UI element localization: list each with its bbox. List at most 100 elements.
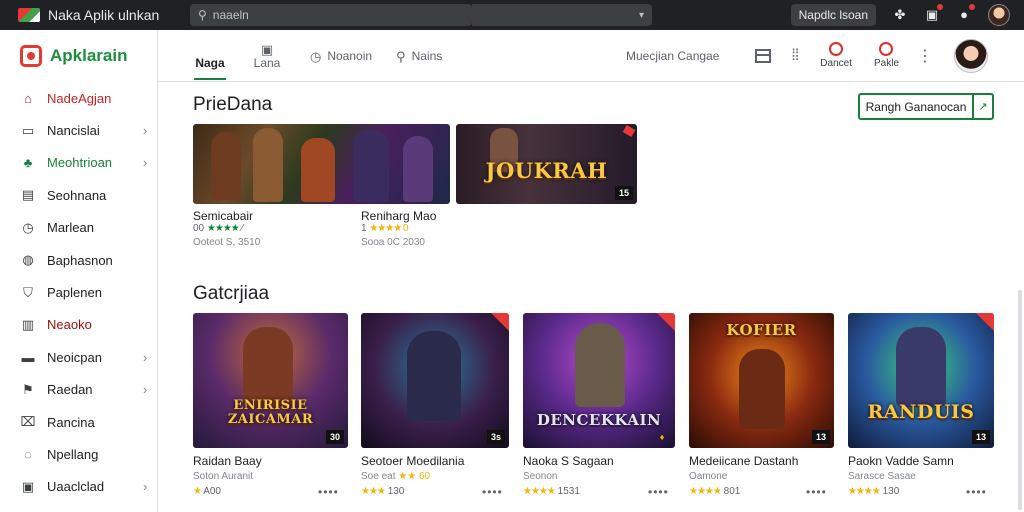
- game-thumbnail[interactable]: JOUKRAH 15: [456, 124, 637, 204]
- sidebar-item-11[interactable]: ◌ Npellang: [0, 438, 157, 470]
- game-title[interactable]: Raidan Baay: [193, 454, 262, 468]
- sidebar-item-5[interactable]: ◍ Baphasnon: [0, 244, 157, 276]
- sidebar-item-3[interactable]: ▤ Seohnana: [0, 179, 157, 211]
- tab-label: Naga: [195, 55, 225, 70]
- sidebar-item-8[interactable]: ▬ Neoicpan ›: [0, 341, 157, 373]
- game-thumbnail[interactable]: DENCEKKAIN ♦: [523, 313, 675, 448]
- chevron-down-icon: ▾: [638, 9, 644, 21]
- sidebar-item-10[interactable]: ⌧ Rancina: [0, 406, 157, 438]
- game-rating: 00 ★★★★ ⁄: [193, 223, 243, 234]
- sidebar-item-2[interactable]: ♣ Meohtrioan ›: [0, 147, 157, 179]
- folder-icon: ▬: [21, 349, 35, 365]
- sidebar-item-label: Meohtrioan: [47, 155, 113, 171]
- game-thumbnail[interactable]: RANDUIS 13: [848, 313, 994, 448]
- chevron-right-icon: ›: [143, 382, 148, 398]
- users-icon: ♣: [23, 155, 33, 171]
- clock-icon: ◷: [22, 219, 34, 235]
- tab-nains[interactable]: ⚲ Nains: [396, 30, 442, 82]
- notification-icon[interactable]: ▣: [924, 4, 943, 23]
- sidebar-item-4[interactable]: ◷ Marlean: [0, 212, 157, 244]
- avatar[interactable]: [988, 4, 1010, 26]
- game-logo-text: DENCEKKAIN: [536, 411, 662, 429]
- tab-noanoin[interactable]: ◷ Noanoin: [310, 30, 372, 82]
- game-title[interactable]: Paokn Vadde Samn: [848, 454, 954, 468]
- sidebar-item-1[interactable]: ▭ Nancislai ›: [0, 114, 157, 146]
- sidebar-item-12[interactable]: ▣ Uaaclclad ›: [0, 471, 157, 503]
- sidebar-item-6[interactable]: ⛉ Paplenen: [0, 276, 157, 308]
- puzzle-icon: ⚲: [396, 48, 406, 64]
- brand[interactable]: Apklarain: [0, 30, 157, 82]
- star-icon: ★★★★: [206, 223, 240, 234]
- game-logo-text: ENIRISIE ZAICAMAR: [227, 398, 314, 427]
- tab-naga[interactable]: Naga: [192, 30, 228, 82]
- rating-score: 130: [387, 486, 405, 497]
- user-menu[interactable]: Napdlc lsoan: [790, 4, 876, 26]
- sidebar: Apklarain ⌂ NadeAgjan ▭ Nancislai › ♣ Meohtrio…: [0, 30, 158, 512]
- game-rating: ★★★★ 1531: [523, 486, 580, 497]
- game-thumbnail[interactable]: 3s: [361, 313, 509, 448]
- game-rating: ★★★★ 801: [689, 486, 740, 497]
- more-vertical-icon[interactable]: ⁞⁞: [791, 47, 799, 65]
- sidebar-item-0[interactable]: ⌂ NadeAgjan: [0, 82, 157, 114]
- rating-score: A00: [203, 486, 221, 497]
- tabs-right-text[interactable]: Muecjian Cangae: [626, 49, 719, 63]
- scrollbar[interactable]: [1018, 290, 1022, 510]
- rating-score: 801: [723, 486, 741, 497]
- action-dancet[interactable]: Dancet: [820, 42, 852, 69]
- more-options-icon[interactable]: ••••: [806, 485, 827, 499]
- more-options-icon[interactable]: ••••: [482, 485, 503, 499]
- action-pakle[interactable]: Pakle: [874, 42, 899, 69]
- rating-score: 1531: [557, 486, 580, 497]
- record-icon: [829, 42, 844, 56]
- top-bar: Naka Aplik ulnkan ⚲ naaeln ▾ Napdlc lsoa…: [0, 0, 1024, 30]
- star-icon: ★★★★: [689, 486, 722, 497]
- sidebar-item-label: Npellang: [47, 446, 99, 462]
- puzzle-icon[interactable]: ✤: [892, 7, 908, 23]
- game-title[interactable]: Naoka S Sagaan: [523, 454, 614, 468]
- profile-avatar[interactable]: [954, 38, 988, 73]
- game-logo-text: RANDUIS: [867, 401, 975, 423]
- sidebar-item-label: Uaaclclad: [47, 479, 105, 495]
- game-title[interactable]: Reniharg Mao: [361, 209, 436, 223]
- star-icon: ★★★: [361, 486, 386, 497]
- star-icon: ★★★★: [848, 486, 881, 497]
- tab-lana[interactable]: ▣ Lana: [250, 30, 284, 82]
- record-icon[interactable]: ●: [956, 4, 975, 23]
- game-meta: Soe eat ★★ 60: [361, 471, 430, 482]
- game-thumbnail[interactable]: KOFIER 13: [689, 313, 834, 448]
- chevron-right-icon: ›: [143, 479, 148, 495]
- game-logo-text: KOFIER: [726, 321, 797, 339]
- game-meta: Sooa 0C 2030: [361, 237, 425, 248]
- section-action-button[interactable]: Rangh Gananocan ↗: [858, 93, 994, 120]
- sidebar-nav: ⌂ NadeAgjan ▭ Nancislai › ♣ Meohtrioan › ▤ Seohna…: [0, 82, 157, 503]
- home-icon: ⌂: [24, 90, 32, 106]
- button-label: Rangh Gananocan: [865, 99, 967, 114]
- game-meta: Seonon: [523, 471, 558, 482]
- rating-value: 1: [361, 223, 367, 234]
- game-thumbnail[interactable]: [193, 124, 450, 204]
- game-thumbnail[interactable]: ENIRISIE ZAICAMAR 30: [193, 313, 348, 448]
- tab-label: Nains: [411, 48, 443, 63]
- age-rating-badge: ♦: [659, 432, 665, 442]
- gamepad-icon: ◍: [22, 252, 34, 268]
- search-dropdown[interactable]: ▾: [472, 4, 652, 26]
- sidebar-item-label: Neoicpan: [47, 349, 102, 365]
- game-title[interactable]: Semicabair: [193, 209, 253, 223]
- more-options-icon[interactable]: ••••: [966, 485, 987, 499]
- more-options-icon[interactable]: ••••: [648, 485, 669, 499]
- kebab-menu-icon[interactable]: ⋮: [917, 46, 933, 66]
- sidebar-item-7[interactable]: ▥ Neaoko: [0, 309, 157, 341]
- tag-icon: ⌧: [20, 414, 36, 430]
- search-input[interactable]: ⚲ naaeln: [190, 4, 472, 26]
- sidebar-item-9[interactable]: ⚑ Raedan ›: [0, 374, 157, 406]
- more-options-icon[interactable]: ••••: [318, 485, 339, 499]
- game-meta: Ooteot S, 3510: [193, 237, 261, 248]
- action-label: Pakle: [873, 58, 899, 69]
- meta-extra: ★★ 60: [398, 471, 431, 482]
- layout-icon[interactable]: [755, 48, 772, 63]
- rating-suffix: ⁄: [241, 223, 244, 234]
- game-title[interactable]: Medeiicane Dastanh: [689, 454, 798, 468]
- brand-logo-icon: [20, 45, 42, 67]
- game-title[interactable]: Seotoer Moedilania: [361, 454, 464, 468]
- age-rating-badge: 13: [812, 430, 830, 444]
